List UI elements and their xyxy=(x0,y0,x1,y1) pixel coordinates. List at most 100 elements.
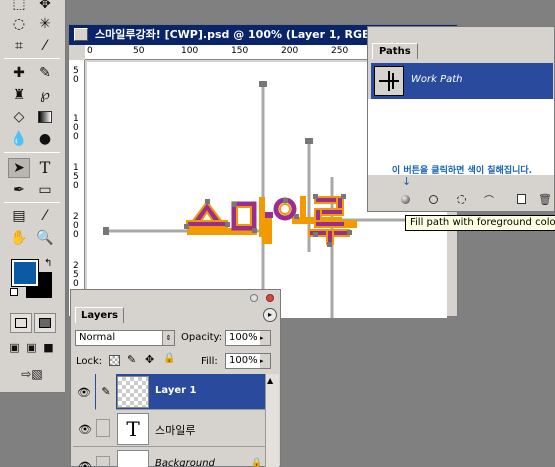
lock-brush-icon[interactable]: ✎ xyxy=(127,353,136,366)
opacity-label: Opacity: xyxy=(181,332,223,343)
hand-tool-icon[interactable]: ✋ xyxy=(8,228,30,248)
layer-lock-icon: 🔒 xyxy=(251,458,263,467)
default-colors-icon[interactable] xyxy=(10,288,18,296)
delete-path-button[interactable]: 🗑 xyxy=(538,192,552,206)
swap-colors-icon[interactable]: ↰ xyxy=(44,258,52,269)
load-selection-button[interactable] xyxy=(454,192,468,206)
quick-mask-mode-icon[interactable] xyxy=(34,313,56,333)
layer-row-text[interactable]: 👁 T 스마일루 xyxy=(73,411,265,447)
dodge-tool-icon[interactable]: ● xyxy=(34,129,56,149)
layer-name: Background xyxy=(155,458,215,467)
layers-panel: Layers ▸ Normal ⇕ Opacity: 100% ▸ Lock: … xyxy=(70,289,281,467)
fill-field[interactable]: 100% ▸ xyxy=(225,353,271,369)
scroll-up-icon[interactable]: ▲ xyxy=(267,376,273,385)
screen-mode-standard-icon[interactable]: ▣ xyxy=(6,338,23,358)
fill-path-button[interactable] xyxy=(398,192,412,206)
opacity-field[interactable]: 100% ▸ xyxy=(225,330,271,346)
gradient-tool-icon[interactable] xyxy=(34,107,56,127)
zoom-tool-icon[interactable]: 🔍 xyxy=(34,228,56,248)
slice-tool-icon[interactable]: ⁄ xyxy=(34,36,56,56)
make-workpath-button[interactable]: ⌒ xyxy=(482,192,496,207)
annotation-text: 이 버튼을 클릭하면 색이 칠해집니다. xyxy=(391,166,533,176)
new-path-button[interactable] xyxy=(514,192,528,206)
visibility-eye-icon[interactable]: 👁 xyxy=(77,458,93,467)
paths-panel: Paths Work Path 이 버튼을 클릭하면 색이 칠해집니다. ↓ ⌒… xyxy=(367,26,555,212)
standard-mode-icon[interactable] xyxy=(10,313,32,333)
foreground-color-swatch[interactable] xyxy=(11,259,39,287)
lock-label: Lock: xyxy=(76,356,103,367)
layer-thumbnail xyxy=(117,450,149,467)
healing-brush-tool-icon[interactable]: ✚ xyxy=(8,63,30,83)
visibility-eye-icon[interactable]: 👁 xyxy=(77,421,93,437)
lasso-tool-icon[interactable]: ◌ xyxy=(8,14,30,34)
tool-divider xyxy=(4,152,60,153)
type-tool-icon[interactable]: T xyxy=(34,158,56,178)
link-box[interactable] xyxy=(96,456,110,467)
layer-thumbnail xyxy=(117,376,149,408)
fill-label: Fill: xyxy=(201,356,218,367)
clone-stamp-tool-icon[interactable]: ♜ xyxy=(8,85,30,105)
path-selection-tool-icon[interactable]: ➤ xyxy=(8,158,30,178)
opacity-value: 100% xyxy=(229,332,258,343)
path-name: Work Path xyxy=(411,74,463,85)
eyedropper-tool-icon[interactable]: ⁄ xyxy=(34,206,56,226)
screen-mode-full-icon[interactable]: ■ xyxy=(40,338,57,358)
ruler-label: 0 xyxy=(73,181,79,191)
ruler-label: 0 xyxy=(73,75,79,85)
layer-row-layer-1[interactable]: 👁 ✎ Layer 1 xyxy=(73,374,265,410)
lock-all-icon[interactable]: 🔒 xyxy=(163,353,175,364)
ruler-label: 250 xyxy=(331,46,349,56)
paths-panel-header[interactable] xyxy=(368,27,554,43)
ruler-label: 0 xyxy=(73,279,79,289)
path-row-work-path[interactable]: Work Path xyxy=(371,63,553,99)
ruler-label: 0 xyxy=(87,46,93,56)
link-box[interactable] xyxy=(96,419,110,437)
opacity-arrow-icon[interactable]: ▸ xyxy=(260,331,270,345)
minimize-icon[interactable] xyxy=(250,294,258,302)
tab-paths[interactable]: Paths xyxy=(372,43,418,59)
notes-tool-icon[interactable]: ▤ xyxy=(8,206,30,226)
layers-scrollbar[interactable]: ▲ xyxy=(265,374,279,467)
path-thumbnail xyxy=(374,66,404,96)
document-title: 스마일루강좌! [CWP].psd @ 100% (Layer 1, RGB, xyxy=(95,28,375,41)
pen-tool-icon[interactable]: ✒ xyxy=(8,180,30,200)
brush-link-icon[interactable]: ✎ xyxy=(96,374,116,410)
move-tool-icon[interactable]: ✥ xyxy=(34,0,56,14)
fill-value: 100% xyxy=(229,355,258,366)
tab-layers[interactable]: Layers xyxy=(75,307,124,323)
panel-menu-icon[interactable]: ▸ xyxy=(263,308,277,322)
eraser-tool-icon[interactable]: ◇ xyxy=(8,107,30,127)
lock-move-icon[interactable]: ✥ xyxy=(145,353,154,366)
vertical-ruler[interactable]: 5 0 1 0 0 1 5 0 2 0 0 2 5 0 xyxy=(69,60,85,316)
close-icon[interactable] xyxy=(266,294,274,302)
blend-mode-value: Normal xyxy=(79,332,116,343)
tool-divider xyxy=(4,58,60,59)
ruler-label: 100 xyxy=(181,46,199,56)
crop-tool-icon[interactable]: ⌗ xyxy=(8,36,30,56)
fill-arrow-icon[interactable]: ▸ xyxy=(260,354,270,368)
tooltip: Fill path with foreground color xyxy=(405,215,555,231)
stroke-path-button[interactable] xyxy=(426,192,440,206)
chevron-down-icon: ⇕ xyxy=(162,331,174,345)
rectangle-tool-icon[interactable]: ▭ xyxy=(34,180,56,200)
blend-mode-select[interactable]: Normal ⇕ xyxy=(75,330,175,346)
brush-tool-icon[interactable]: ✎ xyxy=(34,63,56,83)
ruler-label: 0 xyxy=(73,132,79,142)
text-layer-thumbnail: T xyxy=(117,413,149,445)
layer-row-background[interactable]: 👁 Background 🔒 xyxy=(73,448,265,467)
ruler-label: 50 xyxy=(133,46,145,56)
jump-to-imageready-icon[interactable]: ⇨▧ xyxy=(12,364,52,384)
visibility-eye-icon[interactable]: 👁 xyxy=(73,374,95,410)
ruler-label: 150 xyxy=(231,46,249,56)
marquee-tool-icon[interactable]: ⬚ xyxy=(8,0,30,14)
ruler-label: 200 xyxy=(281,46,299,56)
lock-transparency-icon[interactable] xyxy=(109,355,120,366)
layers-panel-header[interactable] xyxy=(71,290,280,306)
annotation-arrow-icon: ↓ xyxy=(402,175,412,188)
history-brush-tool-icon[interactable]: ℘ xyxy=(34,85,56,105)
blur-tool-icon[interactable]: 💧 xyxy=(8,129,30,149)
tool-divider xyxy=(4,202,60,203)
tool-palette: ⬚ ✥ ◌ ✳ ⌗ ⁄ ✚ ✎ ♜ ℘ ◇ 💧 ● ➤ T ✒ ▭ ▤ ⁄ ✋ … xyxy=(0,0,66,393)
magic-wand-tool-icon[interactable]: ✳ xyxy=(34,14,56,34)
screen-mode-full-menu-icon[interactable]: ▣ xyxy=(23,338,40,358)
